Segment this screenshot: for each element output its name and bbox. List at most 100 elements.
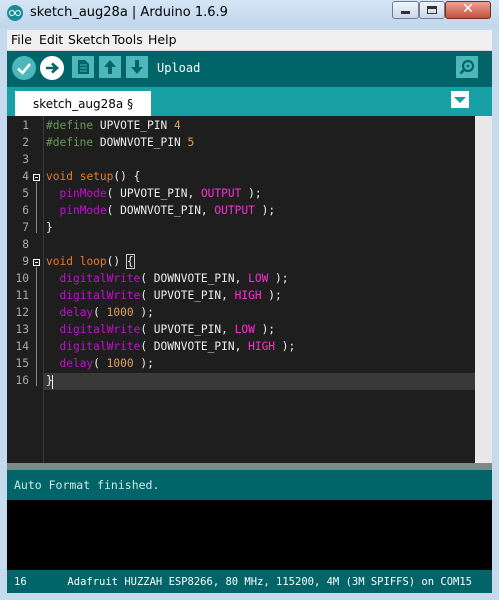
- fold-collapse-icon[interactable]: [33, 259, 40, 266]
- line-number: 11: [15, 289, 29, 302]
- code-token: );: [241, 187, 262, 200]
- menu-edit[interactable]: Edit: [39, 32, 63, 47]
- code-line[interactable]: }: [46, 221, 53, 234]
- code-token: ( UPVOTE_PIN,: [140, 323, 235, 336]
- code-line[interactable]: digitalWrite( DOWNVOTE_PIN, HIGH );: [46, 340, 295, 353]
- arduino-logo-icon: [7, 5, 23, 21]
- code-editor[interactable]: 1 2 3 4 5 6 7 8 9 10 11 12 13 14 15 16 #define UPVOTE_P…: [7, 116, 475, 463]
- new-sketch-button[interactable]: [72, 56, 94, 78]
- code-token: digitalWrite: [59, 272, 141, 285]
- close-icon: ✕: [462, 1, 474, 17]
- save-button[interactable]: [126, 56, 148, 78]
- line-number: 14: [15, 340, 29, 353]
- code-line[interactable]: pinMode( DOWNVOTE_PIN, OUTPUT );: [46, 204, 275, 217]
- serial-monitor-button[interactable]: [456, 56, 478, 78]
- code-line[interactable]: digitalWrite( UPVOTE_PIN, LOW );: [46, 323, 275, 336]
- line-number: 2: [22, 136, 29, 149]
- line-number: 8: [22, 238, 29, 251]
- close-button[interactable]: ✕: [445, 1, 491, 19]
- fold-collapse-icon[interactable]: [33, 174, 40, 181]
- code-token: (: [93, 357, 107, 370]
- code-token: delay: [59, 306, 94, 319]
- tab-bar: sketch_aug28a §: [7, 87, 492, 116]
- save-arrow-down-icon: [131, 60, 143, 74]
- toolbar-hover-label: Upload: [157, 61, 201, 75]
- code-token: OUTPUT: [200, 187, 242, 200]
- menu-sketch[interactable]: Sketch: [68, 32, 110, 47]
- upload-button[interactable]: [40, 56, 64, 80]
- code-token: );: [268, 272, 289, 285]
- code-line[interactable]: pinMode( UPVOTE_PIN, OUTPUT );: [46, 187, 262, 200]
- code-token: HIGH: [248, 340, 276, 353]
- code-area[interactable]: #define UPVOTE_PIN 4 #define DOWNVOTE_PIN…: [44, 116, 475, 463]
- minimize-button[interactable]: [392, 1, 419, 19]
- toolbar: Upload: [7, 51, 492, 87]
- open-arrow-up-icon: [104, 60, 116, 74]
- code-token: {: [125, 254, 135, 269]
- code-line[interactable]: void loop() {: [46, 254, 135, 269]
- code-token: DOWNVOTE_PIN: [93, 136, 188, 149]
- footer-board-info: Adafruit HUZZAH ESP8266, 80 MHz, 115200,…: [67, 576, 472, 588]
- code-token: digitalWrite: [59, 289, 141, 302]
- code-token: setup: [79, 170, 114, 183]
- line-number: 10: [15, 272, 29, 285]
- code-token: ( DOWNVOTE_PIN,: [140, 272, 249, 285]
- menu-tools[interactable]: Tools: [112, 32, 143, 47]
- editor-scrollbar[interactable]: [475, 116, 492, 463]
- code-line[interactable]: #define DOWNVOTE_PIN 5: [46, 136, 194, 149]
- code-token: void: [46, 170, 73, 183]
- code-token: #define: [46, 119, 94, 132]
- tab-menu-button[interactable]: [451, 91, 469, 108]
- tab-sketch[interactable]: sketch_aug28a §: [15, 91, 151, 116]
- console-output[interactable]: [7, 500, 492, 570]
- code-token: 5: [187, 136, 195, 149]
- code-token: #define: [46, 136, 94, 149]
- code-line[interactable]: delay( 1000 );: [46, 357, 154, 370]
- code-token: ( DOWNVOTE_PIN,: [140, 340, 249, 353]
- code-token: ( UPVOTE_PIN,: [140, 289, 235, 302]
- line-number: 4: [22, 170, 29, 183]
- code-token: );: [254, 204, 276, 217]
- code-line[interactable]: digitalWrite( UPVOTE_PIN, HIGH );: [46, 289, 282, 302]
- code-line[interactable]: delay( 1000 );: [46, 306, 153, 319]
- code-token: LOW: [248, 272, 269, 285]
- code-line[interactable]: void setup() {: [46, 170, 140, 183]
- maximize-button[interactable]: [419, 1, 445, 19]
- code-token: pinMode: [59, 204, 107, 217]
- code-line[interactable]: #define UPVOTE_PIN 4: [46, 119, 181, 132]
- code-token: );: [275, 340, 296, 353]
- arduino-window: sketch_aug28a | Arduino 1.6.9 ✕ File Edi…: [0, 0, 499, 600]
- code-token: digitalWrite: [59, 323, 141, 336]
- menu-file[interactable]: File: [11, 32, 32, 47]
- line-number: 9: [22, 255, 29, 268]
- line-number-gutter: 1 2 3 4 5 6 7 8 9 10 11 12 13 14 15 16: [7, 116, 44, 463]
- current-line-highlight: [44, 373, 475, 390]
- line-number: 3: [22, 153, 29, 166]
- code-token: ( UPVOTE_PIN,: [106, 187, 201, 200]
- verify-button[interactable]: [12, 56, 36, 80]
- window-title: sketch_aug28a | Arduino 1.6.9: [30, 5, 228, 20]
- code-token: () {: [113, 170, 141, 183]
- code-token: OUTPUT: [214, 204, 255, 217]
- status-message: Auto Format finished.: [14, 478, 160, 492]
- code-token: (: [93, 306, 107, 319]
- code-token: );: [133, 357, 154, 370]
- menu-help[interactable]: Help: [148, 32, 177, 47]
- line-number: 15: [15, 357, 29, 370]
- code-token: );: [261, 289, 282, 302]
- code-line[interactable]: digitalWrite( DOWNVOTE_PIN, LOW );: [46, 272, 289, 285]
- line-number: 13: [15, 323, 29, 336]
- open-button[interactable]: [99, 56, 121, 78]
- code-token: 4: [173, 119, 181, 132]
- footer-line-number: 16: [14, 576, 27, 588]
- split-divider[interactable]: [7, 463, 492, 470]
- title-bar[interactable]: sketch_aug28a | Arduino 1.6.9 ✕: [0, 0, 499, 28]
